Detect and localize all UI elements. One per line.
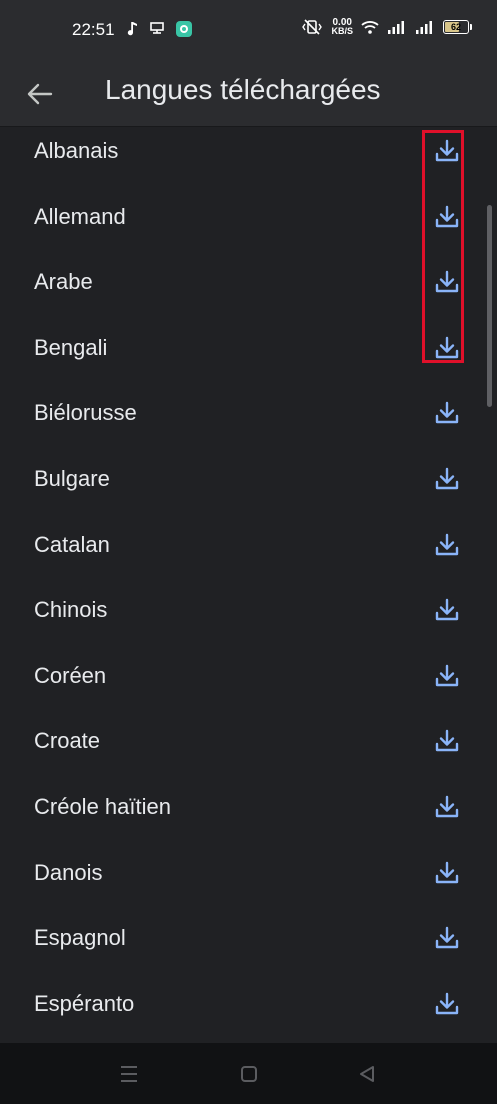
- navigation-bar: [0, 1043, 497, 1104]
- language-label: Biélorusse: [34, 400, 137, 426]
- download-icon: [435, 533, 459, 555]
- language-label: Catalan: [34, 531, 110, 557]
- language-row[interactable]: Danois: [0, 840, 497, 905]
- triangle-back-icon: [360, 1066, 374, 1082]
- language-label: Croate: [34, 728, 101, 754]
- language-row[interactable]: Croate: [0, 709, 497, 774]
- language-label: Danois: [34, 859, 103, 885]
- language-label: Espagnol: [34, 925, 126, 951]
- language-row[interactable]: Biélorusse: [0, 381, 497, 446]
- download-button[interactable]: [428, 591, 466, 629]
- download-button[interactable]: [428, 788, 466, 826]
- back-nav-button[interactable]: [354, 1061, 380, 1087]
- home-button[interactable]: [236, 1061, 262, 1087]
- download-icon: [435, 598, 459, 621]
- download-button[interactable]: [428, 526, 466, 564]
- download-icon: [435, 795, 459, 818]
- download-icon: [435, 992, 459, 1014]
- network-speed-unit: KB/S: [331, 26, 353, 36]
- language-row[interactable]: Bulgare: [0, 447, 497, 512]
- download-icon: [435, 402, 459, 424]
- language-label: Espéranto: [34, 990, 135, 1016]
- download-icon: [435, 730, 459, 752]
- download-icon: [435, 861, 459, 883]
- download-icon: [435, 926, 459, 949]
- language-row[interactable]: Chinois: [0, 578, 497, 643]
- highlight-box: [422, 130, 464, 363]
- language-label: Arabe: [34, 269, 93, 295]
- system-icons: 0.00 KB/S 62: [301, 18, 472, 36]
- recent-apps-button[interactable]: [116, 1061, 142, 1087]
- app-bar: Langues téléchargées: [0, 62, 497, 127]
- language-label: Bengali: [34, 334, 108, 360]
- battery-level: 62: [450, 22, 461, 32]
- download-button[interactable]: [428, 722, 466, 760]
- signal-icon: [388, 21, 404, 34]
- download-button[interactable]: [428, 919, 466, 957]
- page-title: Langues téléchargées: [105, 74, 381, 105]
- language-label: Coréen: [34, 662, 107, 688]
- download-button[interactable]: [428, 394, 466, 432]
- language-row[interactable]: Catalan: [0, 512, 497, 577]
- language-list[interactable]: Albanais Allemand Arabe Bengali Biélorusse Bu…: [0, 127, 497, 1043]
- status-bar: 22:51 0.00 KB/S 62: [0, 0, 497, 62]
- message-icon: [150, 22, 164, 34]
- download-button[interactable]: [428, 854, 466, 892]
- back-button[interactable]: [18, 72, 62, 116]
- language-label: Bulgare: [34, 466, 110, 491]
- language-label: Albanais: [34, 138, 119, 163]
- arrow-back-icon: [27, 83, 53, 105]
- square-icon: [241, 1066, 257, 1082]
- scrollbar[interactable]: [487, 205, 492, 407]
- download-button[interactable]: [428, 657, 466, 695]
- signal-icon-2: [416, 21, 432, 34]
- menu-icon: [121, 1066, 137, 1082]
- download-icon: [435, 664, 459, 686]
- status-time: 22:51: [72, 20, 115, 39]
- wifi-icon: [361, 21, 379, 34]
- notification-icons: [127, 20, 193, 38]
- battery-icon: 62: [443, 20, 472, 34]
- language-row[interactable]: Espéranto: [0, 971, 497, 1036]
- network-speed: 0.00 KB/S: [331, 18, 353, 36]
- language-label: Allemand: [34, 203, 126, 229]
- download-button[interactable]: [428, 460, 466, 498]
- language-label: Chinois: [34, 597, 108, 623]
- language-row[interactable]: Coréen: [0, 643, 497, 708]
- language-row[interactable]: Espagnol: [0, 906, 497, 971]
- vibrate-icon: [302, 19, 323, 35]
- music-note-icon: [127, 22, 137, 36]
- download-button[interactable]: [428, 985, 466, 1023]
- language-row[interactable]: Créole haïtien: [0, 775, 497, 840]
- download-icon: [435, 467, 459, 490]
- language-label: Créole haïtien: [34, 794, 171, 819]
- app-notification-icon: [176, 21, 192, 37]
